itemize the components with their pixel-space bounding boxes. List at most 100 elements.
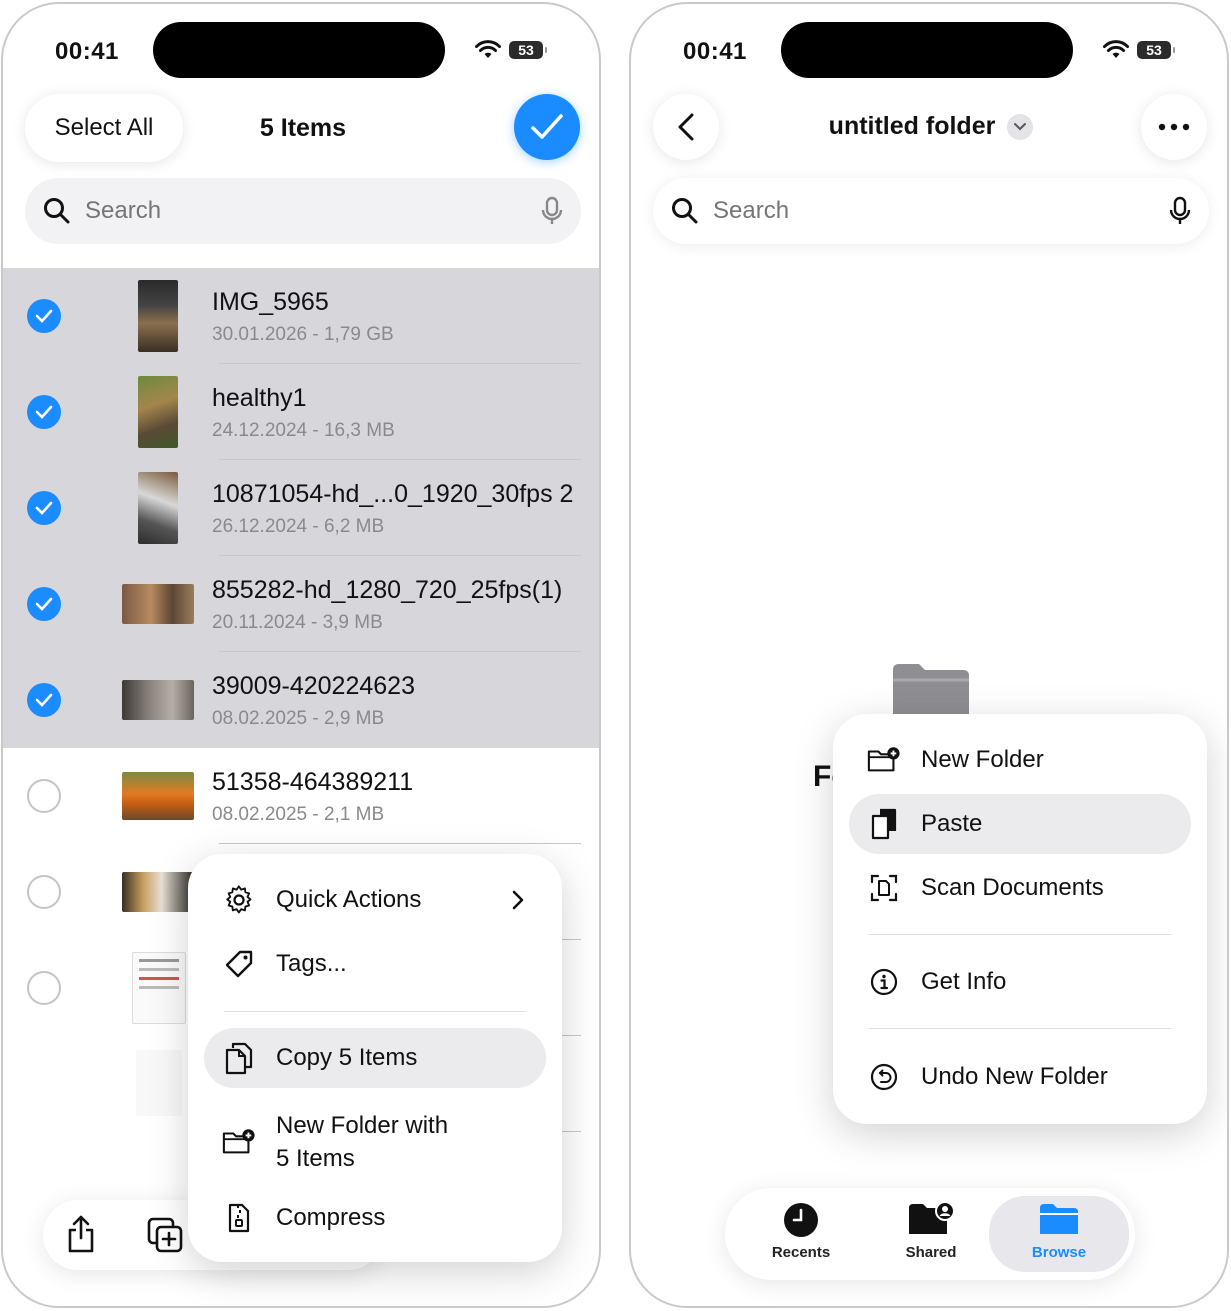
menu-item-paste[interactable]: Paste (849, 794, 1191, 854)
file-meta: 30.01.2026 - 1,79 GB (212, 324, 394, 345)
more-ellipsis-icon (1158, 123, 1190, 131)
battery-indicator: 53 (1137, 41, 1175, 59)
file-meta: 24.12.2024 - 16,3 MB (212, 420, 395, 441)
file-name: 10871054-hd_...0_1920_30fps 2 (212, 480, 574, 508)
menu-label: Quick Actions (276, 886, 422, 913)
share-icon[interactable] (65, 1214, 97, 1254)
status-time: 00:41 (55, 38, 119, 65)
file-name: healthy1 (212, 384, 307, 412)
menu-item-new-folder-with-items[interactable]: New Folder with 5 Items (204, 1104, 546, 1180)
search-field[interactable] (25, 178, 581, 244)
search-input[interactable] (85, 197, 541, 225)
status-icons: 53 (1103, 40, 1175, 60)
folder-title-menu[interactable]: untitled folder (781, 112, 1081, 141)
scan-document-icon (867, 873, 901, 903)
search-input[interactable] (713, 197, 1169, 225)
checkmark-icon (35, 501, 53, 515)
file-thumbnail (138, 376, 178, 448)
folder-icon (1040, 1204, 1078, 1234)
checkmark-icon (35, 597, 53, 611)
file-row[interactable]: 39009-420224623 08.02.2025 - 2,9 MB (3, 652, 599, 748)
more-button[interactable] (1141, 94, 1207, 160)
menu-label: Compress (276, 1204, 386, 1231)
file-name: IMG_5965 (212, 288, 329, 316)
search-field[interactable] (653, 178, 1209, 244)
info-icon (867, 967, 901, 997)
file-thumbnail (132, 952, 186, 1024)
tab-bar: Recents Shared Browse (725, 1188, 1135, 1280)
page-title: untitled folder (828, 112, 996, 140)
file-row[interactable]: 855282-hd_1280_720_25fps(1) 20.11.2024 -… (3, 556, 599, 652)
menu-label-line1: New Folder with (276, 1112, 449, 1139)
checkbox-unchecked[interactable] (27, 779, 61, 813)
status-icons: 53 (475, 40, 547, 60)
file-row[interactable]: 10871054-hd_...0_1920_30fps 2 26.12.2024… (3, 460, 599, 556)
done-button[interactable] (514, 94, 580, 160)
menu-item-tags[interactable]: Tags... (204, 934, 546, 994)
menu-item-scan-documents[interactable]: Scan Documents (849, 858, 1191, 918)
left-phone-screen: 00:41 53 Select All 5 Items IMG_5965 30.… (1, 2, 601, 1308)
file-row[interactable]: IMG_5965 30.01.2026 - 1,79 GB (3, 268, 599, 364)
dynamic-island (153, 22, 445, 78)
duplicate-icon[interactable] (147, 1217, 185, 1255)
folder-add-icon (222, 1127, 256, 1157)
tab-recents[interactable]: Recents (736, 1202, 866, 1261)
checkbox-checked[interactable] (27, 395, 61, 429)
tab-label: Shared (905, 1244, 957, 1261)
checkbox-checked[interactable] (27, 299, 61, 333)
checkbox-checked[interactable] (27, 587, 61, 621)
chevron-right-icon (512, 890, 524, 910)
checkbox-unchecked[interactable] (27, 875, 61, 909)
menu-label: Copy 5 Items (276, 1044, 418, 1071)
tab-shared[interactable]: Shared (866, 1202, 996, 1261)
file-row[interactable]: 51358-464389211 08.02.2025 - 2,1 MB (3, 748, 599, 844)
menu-item-get-info[interactable]: Get Info (849, 952, 1191, 1012)
context-menu: New Folder Paste Scan Documents Get Info (833, 714, 1207, 1124)
file-name: 51358-464389211 (212, 768, 414, 796)
copy-documents-icon (222, 1041, 256, 1075)
checkbox-checked[interactable] (27, 491, 61, 525)
right-phone-screen: 00:41 53 untitled folder Fo New Fo (629, 2, 1229, 1308)
tab-label: Recents (771, 1244, 831, 1261)
menu-item-undo-new-folder[interactable]: Undo New Folder (849, 1047, 1191, 1107)
select-all-button[interactable]: Select All (25, 94, 183, 162)
checkmark-icon (531, 114, 563, 139)
microphone-icon[interactable] (1169, 196, 1191, 226)
menu-item-copy[interactable]: Copy 5 Items (204, 1028, 546, 1088)
menu-label: New Folder with 5 Items (276, 1109, 448, 1175)
microphone-icon[interactable] (541, 196, 563, 226)
menu-label: Undo New Folder (921, 1063, 1108, 1090)
paste-icon (867, 807, 901, 841)
tab-label: Browse (1031, 1244, 1087, 1261)
file-thumbnail (122, 872, 194, 912)
search-icon (44, 198, 70, 224)
file-row[interactable]: healthy1 24.12.2024 - 16,3 MB (3, 364, 599, 460)
tag-icon (222, 949, 256, 979)
menu-item-quick-actions[interactable]: Quick Actions (204, 870, 546, 930)
tab-browse[interactable]: Browse (994, 1202, 1124, 1261)
menu-label: Scan Documents (921, 874, 1104, 901)
checkmark-icon (35, 309, 53, 323)
chevron-left-icon (678, 113, 694, 141)
file-meta: 20.11.2024 - 3,9 MB (212, 612, 383, 633)
menu-label-line2: 5 Items (276, 1145, 355, 1172)
back-button[interactable] (653, 94, 719, 160)
file-meta: 08.02.2025 - 2,1 MB (212, 804, 385, 825)
checkbox-checked[interactable] (27, 683, 61, 717)
file-thumbnail (122, 584, 194, 624)
wifi-icon (1103, 40, 1129, 58)
menu-item-new-folder[interactable]: New Folder (849, 730, 1191, 790)
menu-separator (224, 1011, 526, 1012)
chevron-down-icon (1007, 113, 1034, 140)
archive-zip-icon (222, 1202, 256, 1234)
menu-item-compress[interactable]: Compress (204, 1188, 546, 1248)
menu-label: Tags... (276, 950, 347, 977)
gear-icon (222, 885, 256, 915)
file-meta: 08.02.2025 - 2,9 MB (212, 708, 385, 729)
menu-label: New Folder (921, 746, 1044, 773)
battery-indicator: 53 (509, 41, 547, 59)
folder-icon (893, 664, 969, 718)
checkbox-unchecked[interactable] (27, 971, 61, 1005)
file-meta: 26.12.2024 - 6,2 MB (212, 516, 385, 537)
search-icon (672, 198, 698, 224)
